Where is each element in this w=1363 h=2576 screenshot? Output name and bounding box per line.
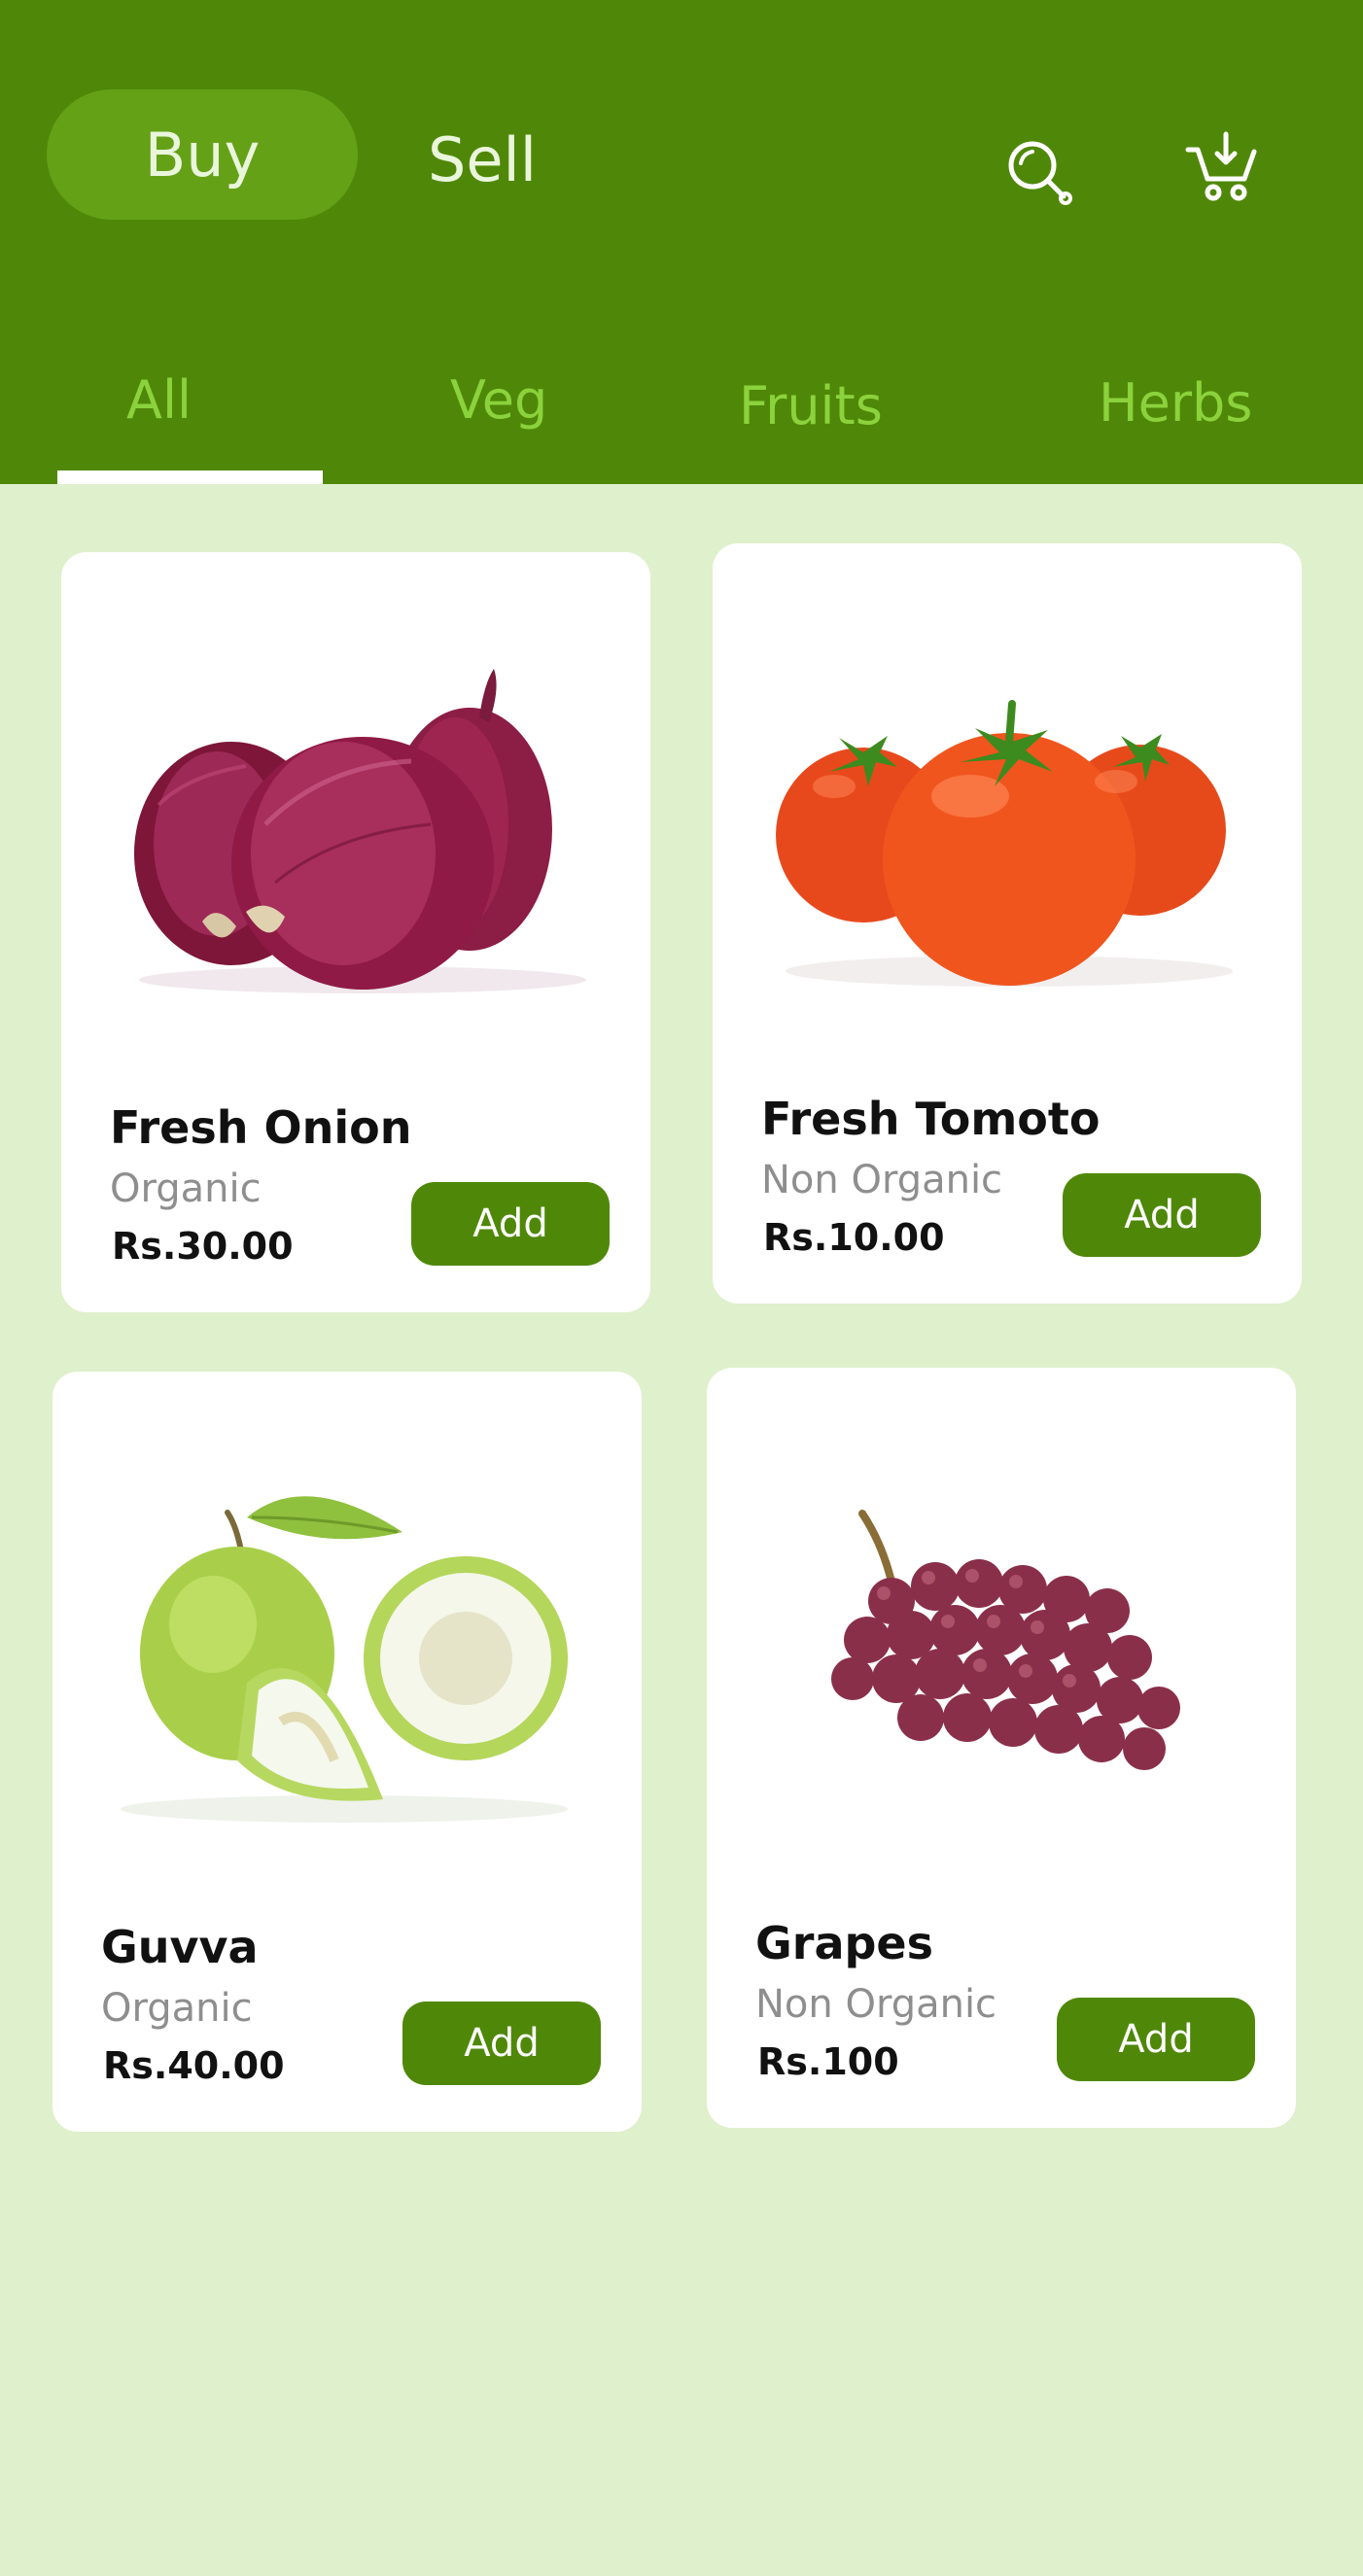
product-name: Fresh Tomoto — [761, 1093, 1101, 1145]
add-button[interactable]: Add — [1063, 1173, 1261, 1257]
tomato-image — [751, 650, 1263, 1000]
product-card[interactable]: Fresh Onion Organic Rs.30.00 Add — [61, 552, 650, 1312]
sell-toggle-button[interactable]: Sell — [428, 122, 537, 199]
search-icon[interactable] — [1001, 134, 1079, 212]
product-card[interactable]: Guvva Organic Rs.40.00 Add — [52, 1372, 642, 2132]
buy-toggle-button[interactable]: Buy — [47, 89, 358, 220]
add-button[interactable]: Add — [411, 1182, 610, 1266]
product-name: Fresh Onion — [110, 1101, 412, 1154]
product-price: Rs.100 — [757, 2040, 899, 2083]
product-type: Non Organic — [761, 1158, 1003, 1202]
onion-image — [100, 659, 612, 1009]
grapes-image — [746, 1475, 1257, 1825]
add-button[interactable]: Add — [402, 2002, 601, 2085]
product-card[interactable]: Grapes Non Organic Rs.100 Add — [707, 1368, 1296, 2128]
tab-veg[interactable]: Veg — [450, 362, 547, 439]
product-price: Rs.30.00 — [112, 1225, 294, 1268]
product-price: Rs.10.00 — [763, 1216, 945, 1259]
product-price: Rs.40.00 — [103, 2044, 285, 2087]
product-type: Organic — [101, 1986, 253, 2031]
tab-all[interactable]: All — [126, 362, 192, 439]
product-type: Non Organic — [755, 1982, 997, 2027]
product-name: Guvva — [101, 1921, 259, 1973]
cart-icon[interactable] — [1184, 128, 1262, 206]
tab-herbs[interactable]: Herbs — [1099, 365, 1252, 442]
product-name: Grapes — [755, 1917, 933, 1969]
app-header: Buy Sell All Veg Fruits Herbs — [0, 0, 1363, 484]
product-type: Organic — [110, 1166, 262, 1211]
active-tab-indicator — [57, 470, 323, 484]
add-button[interactable]: Add — [1057, 1998, 1255, 2081]
guava-image — [91, 1479, 603, 1828]
tab-fruits[interactable]: Fruits — [739, 367, 883, 445]
product-card[interactable]: Fresh Tomoto Non Organic Rs.10.00 Add — [713, 543, 1302, 1304]
